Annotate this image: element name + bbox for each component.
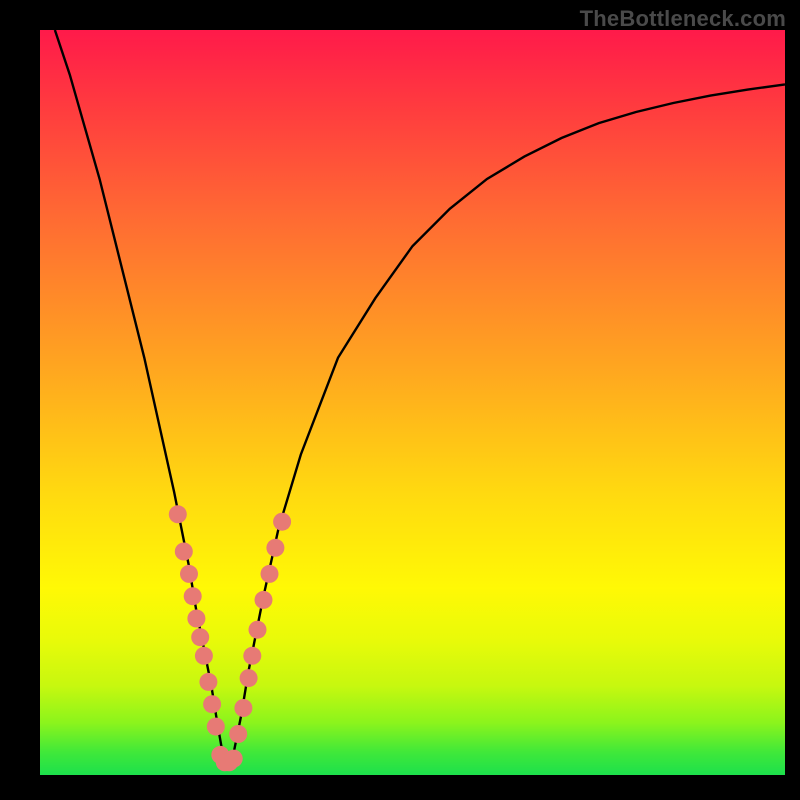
- marker-dot: [207, 718, 225, 736]
- marker-dot: [180, 565, 198, 583]
- bottleneck-curve-svg: [40, 30, 785, 775]
- bottleneck-curve: [55, 30, 785, 764]
- marker-dot: [255, 591, 273, 609]
- marker-dot: [184, 587, 202, 605]
- marker-dot: [203, 695, 221, 713]
- plot-area: [40, 30, 785, 775]
- marker-dot: [234, 699, 252, 717]
- marker-dot: [195, 647, 213, 665]
- watermark-text: TheBottleneck.com: [580, 6, 786, 32]
- marker-dot: [249, 621, 267, 639]
- marker-dot: [187, 610, 205, 628]
- marker-dot: [261, 565, 279, 583]
- marker-dot: [273, 513, 291, 531]
- marker-dot: [199, 673, 217, 691]
- marker-dot: [191, 628, 209, 646]
- marker-dot: [266, 539, 284, 557]
- highlighted-points: [169, 505, 291, 771]
- marker-dot: [243, 647, 261, 665]
- marker-dot: [229, 725, 247, 743]
- marker-dot: [169, 505, 187, 523]
- marker-dot: [175, 543, 193, 561]
- marker-dot: [240, 669, 258, 687]
- marker-dot: [225, 750, 243, 768]
- chart-frame: TheBottleneck.com: [0, 0, 800, 800]
